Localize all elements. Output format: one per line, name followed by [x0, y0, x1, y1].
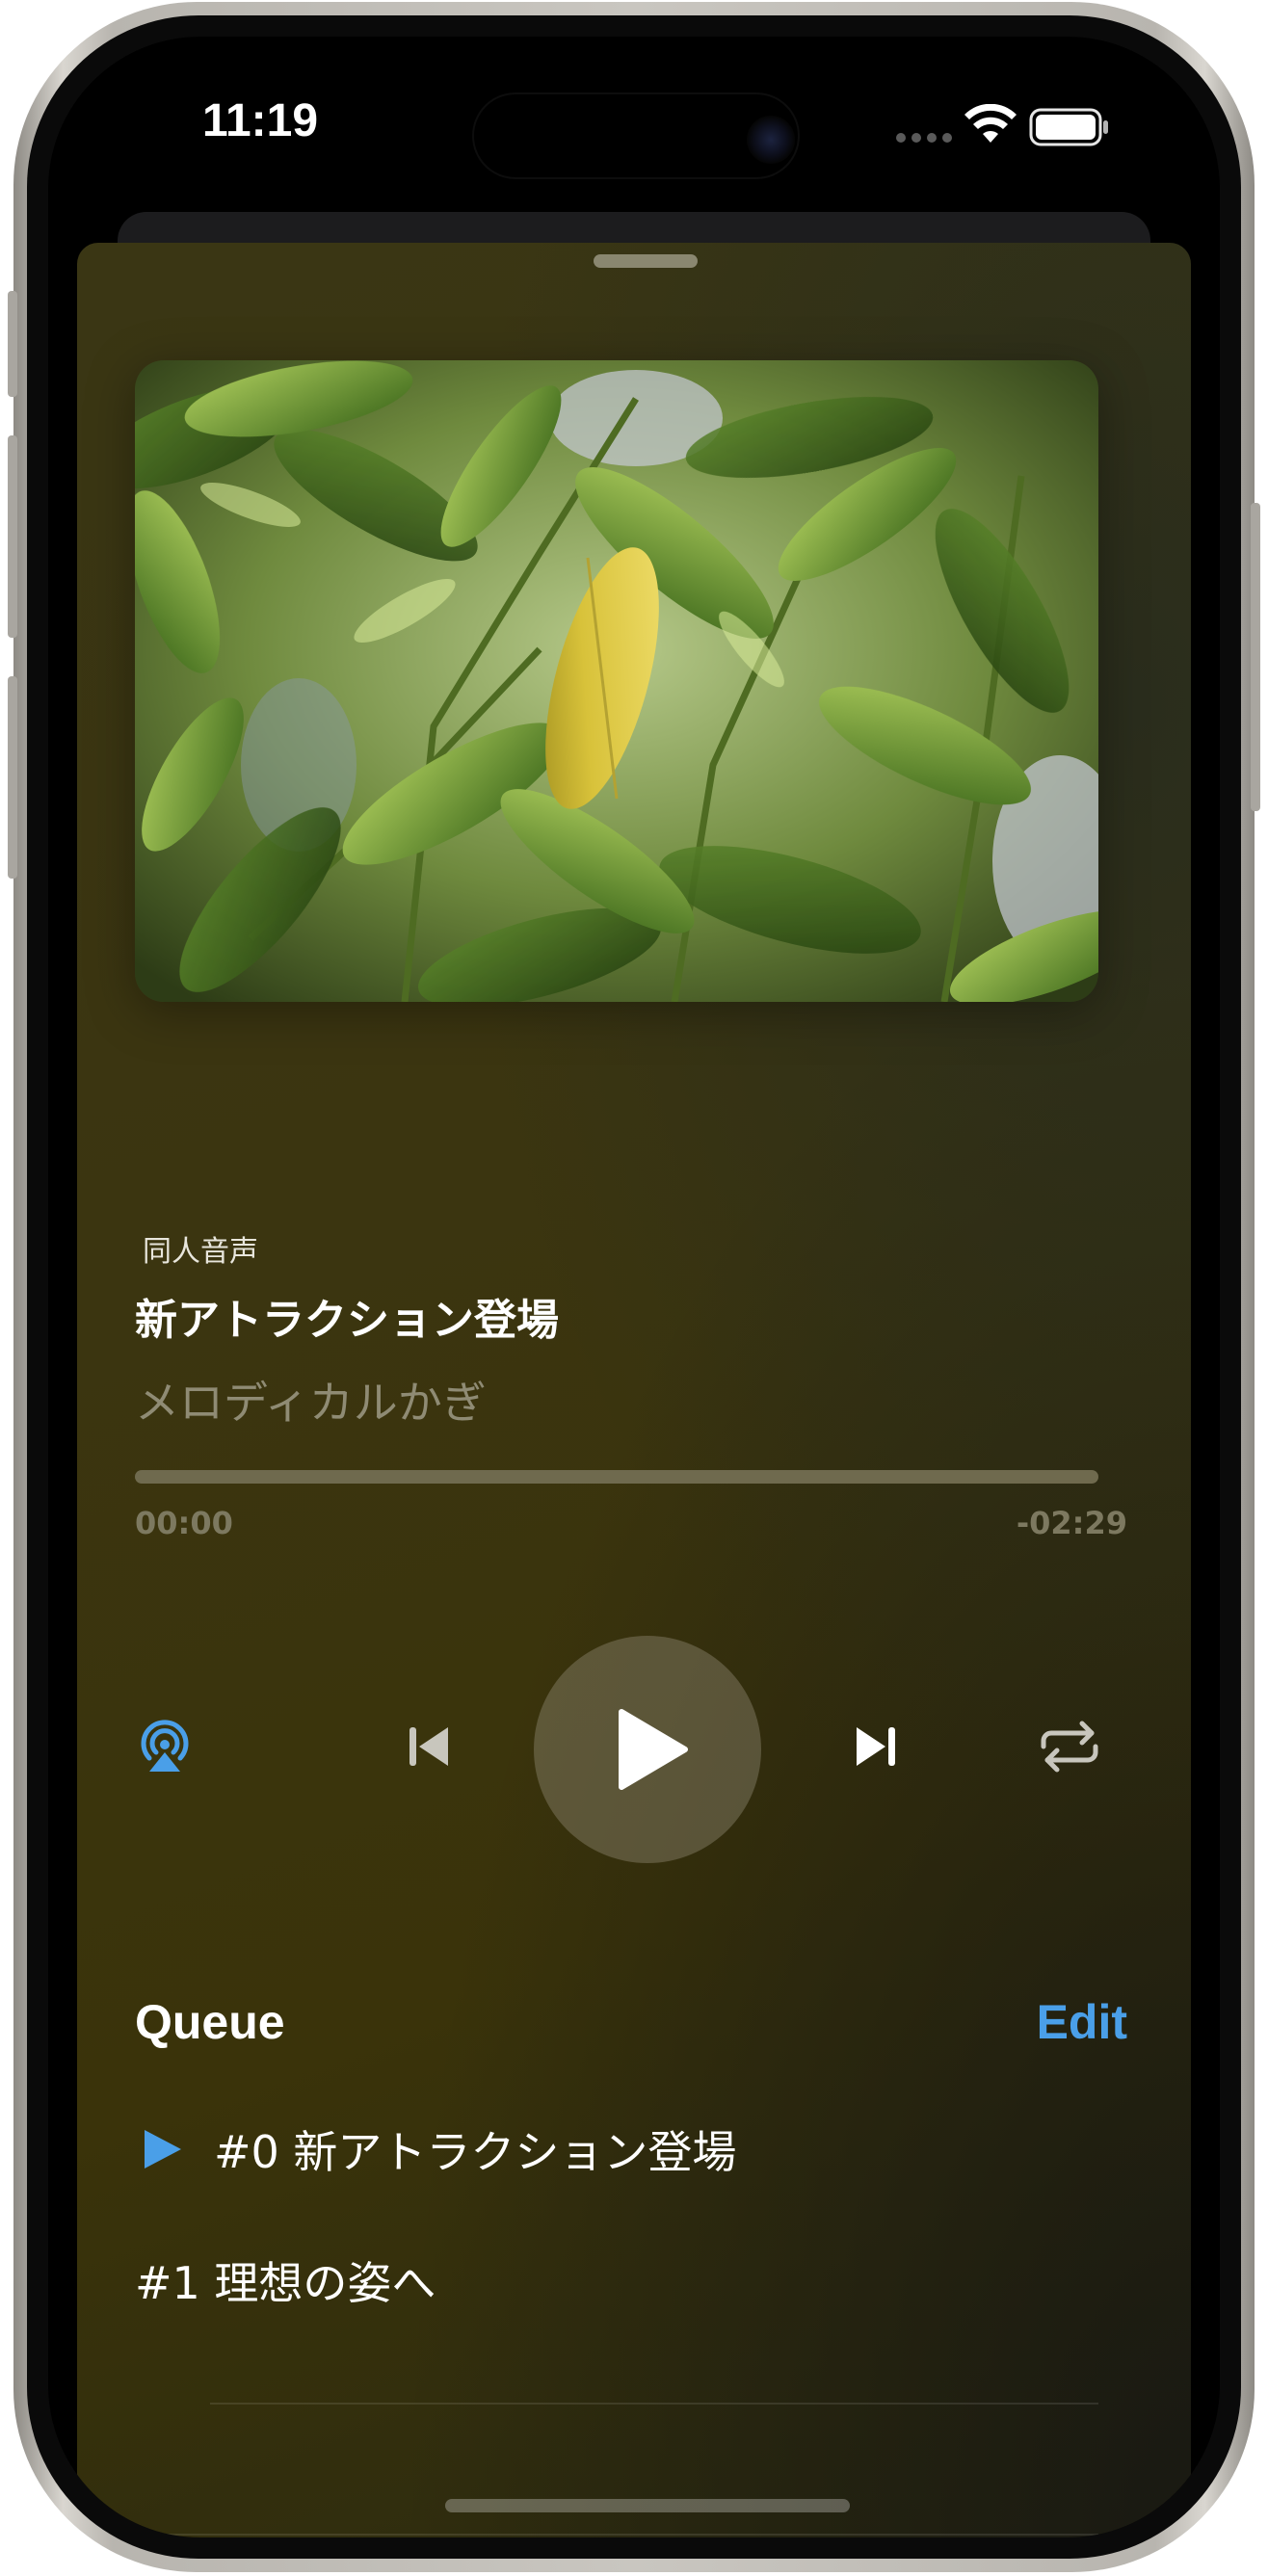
play-button[interactable]	[534, 1636, 761, 1863]
queue-heading: Queue	[135, 1995, 285, 2049]
previous-track-button[interactable]	[395, 1713, 462, 1780]
backward-end-icon	[409, 1727, 448, 1766]
wifi-icon	[964, 104, 1017, 143]
queue-item-1[interactable]: #1 理想の姿へ	[135, 2218, 1098, 2343]
volume-down-button	[8, 676, 17, 879]
status-time: 11:19	[201, 95, 319, 146]
screen: 11:19 同人音声 新アトラクション登場 メロディカルかぎ 00:00 -02…	[48, 37, 1220, 2537]
sheet-grabber[interactable]	[594, 254, 698, 268]
phone-frame: 11:19 同人音声 新アトラクション登場 メロディカルかぎ 00:00 -02…	[8, 2, 1260, 2572]
elapsed-time: 00:00	[135, 1505, 233, 1541]
home-indicator[interactable]	[445, 2499, 850, 2512]
next-track-button[interactable]	[842, 1713, 910, 1780]
remaining-time: -02:29	[1016, 1505, 1127, 1541]
airplay-icon	[141, 1720, 189, 1772]
queue-item-label: #1 理想の姿へ	[135, 2257, 436, 2309]
repeat-button[interactable]	[1035, 1713, 1104, 1780]
queue-divider	[135, 2534, 1098, 2536]
power-button	[1251, 503, 1260, 811]
play-icon	[619, 1709, 688, 1790]
track-title: 新アトラクション登場	[135, 1296, 559, 1345]
queue-item-label: #0 新アトラクション登場	[214, 2126, 737, 2178]
now-playing-indicator-icon	[145, 2130, 181, 2169]
battery-icon	[1029, 108, 1108, 146]
album-name: 同人音声	[143, 1235, 258, 1269]
playback-scrubber[interactable]	[135, 1470, 1098, 1484]
album-artwork	[135, 360, 1098, 1002]
repeat-icon	[1041, 1721, 1098, 1773]
queue-edit-button[interactable]: Edit	[1037, 1994, 1127, 2050]
queue-divider	[210, 2403, 1098, 2405]
airplay-button[interactable]	[131, 1713, 198, 1780]
action-button	[8, 291, 17, 397]
forward-end-icon	[857, 1727, 895, 1766]
front-camera	[747, 116, 795, 164]
track-artist: メロディカルかぎ	[135, 1377, 487, 1429]
volume-up-button	[8, 435, 17, 638]
cellular-signal-icon	[896, 133, 952, 143]
leaves-artwork-image	[135, 360, 1098, 1002]
queue-item-0[interactable]: #0 新アトラクション登場	[135, 2087, 1098, 2212]
